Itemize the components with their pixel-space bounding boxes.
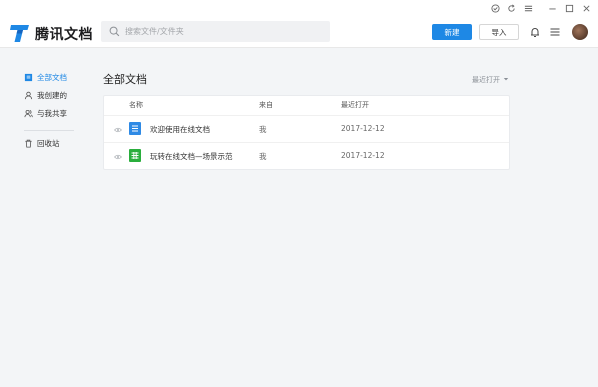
close-icon[interactable] — [580, 2, 592, 14]
bell-icon[interactable] — [528, 25, 542, 39]
avatar[interactable] — [572, 24, 588, 40]
document-table: 名称 来自 最近打开 欢迎使用在线文档 我 2017-12-12 玩转在线文档—… — [103, 95, 510, 170]
app-header: 腾讯文档 新建 导入 — [0, 16, 598, 48]
page-title: 全部文档 — [103, 73, 147, 86]
sort-dropdown[interactable]: 最近打开 — [472, 75, 509, 85]
sheet-file-icon — [129, 149, 141, 162]
file-name[interactable]: 玩转在线文档—场景示范 — [150, 151, 233, 162]
shared-users-icon — [24, 109, 33, 118]
column-header-source[interactable]: 来自 — [259, 100, 273, 110]
table-row[interactable]: 玩转在线文档—场景示范 我 2017-12-12 — [104, 142, 509, 169]
file-name[interactable]: 欢迎使用在线文档 — [150, 124, 210, 135]
trash-icon — [24, 139, 33, 148]
table-row[interactable]: 欢迎使用在线文档 我 2017-12-12 — [104, 115, 509, 142]
eye-icon[interactable] — [114, 126, 122, 133]
user-icon — [24, 91, 33, 100]
all-docs-icon — [24, 73, 33, 82]
column-header-name[interactable]: 名称 — [129, 100, 143, 110]
maximize-icon[interactable] — [563, 2, 575, 14]
sidebar-item-label: 全部文档 — [37, 72, 67, 82]
sidebar-item-label: 与我共享 — [37, 108, 67, 118]
new-button[interactable]: 新建 — [432, 24, 472, 40]
sidebar-item-label: 我创建的 — [37, 90, 67, 100]
doc-file-icon — [129, 122, 141, 135]
sidebar-item-label: 回收站 — [37, 138, 60, 148]
file-date: 2017-12-12 — [341, 151, 385, 160]
app-brand: 腾讯文档 — [35, 27, 93, 43]
window-titlebar — [0, 0, 598, 16]
column-header-last-opened[interactable]: 最近打开 — [341, 100, 369, 110]
file-source: 我 — [259, 152, 267, 161]
sidebar-item-shared-with-me[interactable]: 与我共享 — [24, 106, 67, 120]
minimize-icon[interactable] — [546, 2, 558, 14]
sidebar-item-created-by-me[interactable]: 我创建的 — [24, 88, 67, 102]
sidebar-item-trash[interactable]: 回收站 — [24, 136, 60, 150]
sidebar: 全部文档 我创建的 与我共享 回收站 — [0, 48, 80, 387]
sidebar-item-all-docs[interactable]: 全部文档 — [24, 70, 67, 84]
import-button[interactable]: 导入 — [479, 24, 519, 40]
tencent-docs-logo-icon — [9, 22, 31, 44]
menu-icon[interactable] — [522, 2, 534, 14]
sidebar-divider — [24, 130, 74, 131]
caret-down-icon — [503, 76, 509, 84]
search-box[interactable] — [101, 21, 330, 42]
file-date: 2017-12-12 — [341, 124, 385, 133]
check-circle-icon[interactable] — [489, 2, 501, 14]
hamburger-menu-icon[interactable] — [548, 25, 562, 39]
eye-icon[interactable] — [114, 153, 122, 160]
sort-label: 最近打开 — [472, 76, 500, 84]
file-source: 我 — [259, 125, 267, 134]
search-input[interactable] — [125, 27, 305, 36]
refresh-icon[interactable] — [505, 2, 517, 14]
search-icon — [109, 26, 120, 37]
